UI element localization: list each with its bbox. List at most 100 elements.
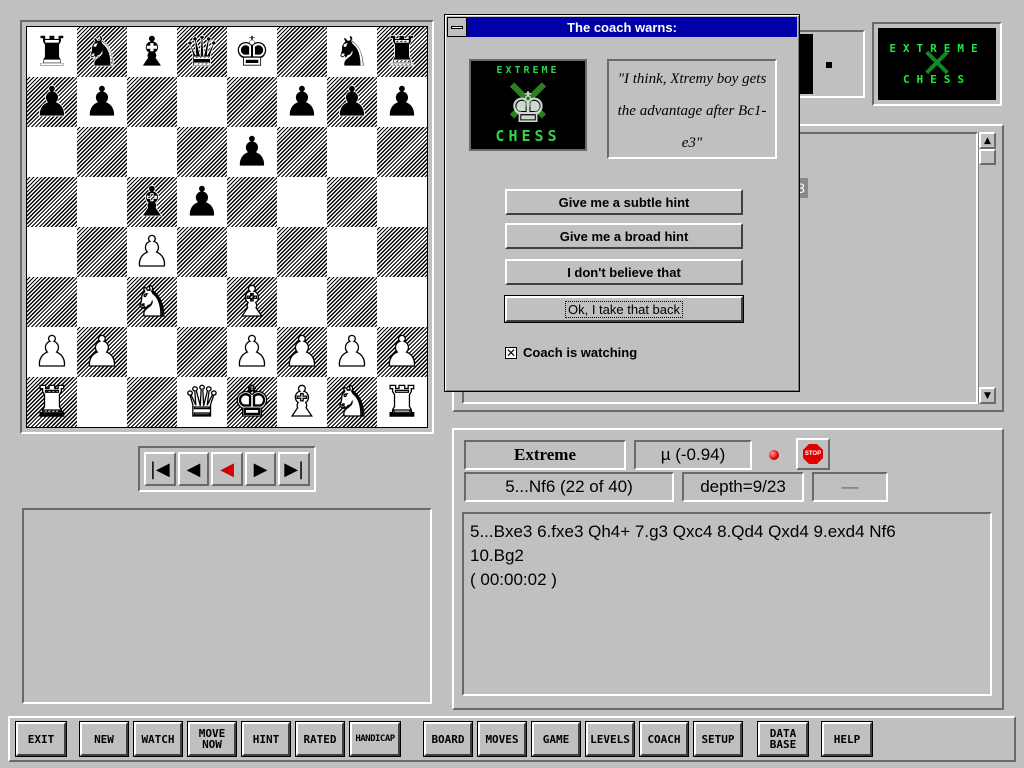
square-c7[interactable]	[127, 77, 177, 127]
square-b7[interactable]: ♟	[77, 77, 127, 127]
square-g2[interactable]: ♟	[327, 327, 377, 377]
black-bishop-icon[interactable]: ♝	[133, 30, 171, 73]
last-move-button[interactable]: ▶|	[278, 452, 310, 486]
black-pawn-icon[interactable]: ♟	[183, 180, 221, 223]
square-h8[interactable]: ♜	[377, 27, 427, 77]
square-e1[interactable]: ♚	[227, 377, 277, 427]
handicap-button[interactable]: HANDICAP	[349, 721, 401, 757]
square-f8[interactable]	[277, 27, 327, 77]
white-king-icon[interactable]: ♚	[233, 380, 272, 423]
square-f7[interactable]: ♟	[277, 77, 327, 127]
disbelieve-button[interactable]: I don't believe that	[505, 259, 743, 285]
square-d6[interactable]	[177, 127, 227, 177]
square-g3[interactable]	[327, 277, 377, 327]
square-b8[interactable]: ♞	[77, 27, 127, 77]
square-e3[interactable]: ♝	[227, 277, 277, 327]
black-bishop-icon[interactable]: ♝	[133, 180, 171, 223]
rated-button[interactable]: RATED	[295, 721, 345, 757]
square-g7[interactable]: ♟	[327, 77, 377, 127]
black-pawn-icon[interactable]: ♟	[83, 80, 121, 123]
square-a2[interactable]: ♟	[27, 327, 77, 377]
move-now-button[interactable]: MOVE NOW	[187, 721, 237, 757]
checkbox-icon[interactable]: ✕	[505, 346, 517, 359]
square-b1[interactable]	[77, 377, 127, 427]
white-knight-icon[interactable]: ♞	[333, 380, 372, 423]
square-a5[interactable]	[27, 177, 77, 227]
coach-button[interactable]: COACH	[639, 721, 689, 757]
white-pawn-icon[interactable]: ♟	[333, 330, 372, 373]
square-e2[interactable]: ♟	[227, 327, 277, 377]
white-bishop-icon[interactable]: ♝	[233, 280, 272, 323]
exit-button[interactable]: EXIT	[15, 721, 67, 757]
white-queen-icon[interactable]: ♛	[183, 380, 222, 423]
replay-button[interactable]: ◀	[211, 452, 243, 486]
stop-button[interactable]: STOP	[796, 438, 830, 470]
square-d3[interactable]	[177, 277, 227, 327]
square-h5[interactable]	[377, 177, 427, 227]
next-move-button[interactable]: ▶	[244, 452, 277, 486]
white-pawn-icon[interactable]: ♟	[233, 330, 272, 373]
square-g8[interactable]: ♞	[327, 27, 377, 77]
square-f5[interactable]	[277, 177, 327, 227]
square-h1[interactable]: ♜	[377, 377, 427, 427]
square-a6[interactable]	[27, 127, 77, 177]
square-b4[interactable]	[77, 227, 127, 277]
scroll-thumb[interactable]	[979, 149, 996, 165]
broad-hint-button[interactable]: Give me a broad hint	[505, 223, 743, 249]
square-f6[interactable]	[277, 127, 327, 177]
black-pawn-icon[interactable]: ♟	[383, 80, 421, 123]
square-g4[interactable]	[327, 227, 377, 277]
database-button[interactable]: DATA BASE	[757, 721, 809, 757]
square-a8[interactable]: ♜	[27, 27, 77, 77]
square-d7[interactable]	[177, 77, 227, 127]
square-h4[interactable]	[377, 227, 427, 277]
black-rook-icon[interactable]: ♜	[33, 30, 71, 73]
square-a4[interactable]	[27, 227, 77, 277]
square-e6[interactable]: ♟	[227, 127, 277, 177]
scroll-up-button[interactable]: ▲	[979, 132, 996, 149]
square-d4[interactable]	[177, 227, 227, 277]
moves-button[interactable]: MOVES	[477, 721, 527, 757]
square-h3[interactable]	[377, 277, 427, 327]
black-pawn-icon[interactable]: ♟	[333, 80, 371, 123]
levels-button[interactable]: LEVELS	[585, 721, 635, 757]
square-c5[interactable]: ♝	[127, 177, 177, 227]
square-b2[interactable]: ♟	[77, 327, 127, 377]
help-button[interactable]: HELP	[821, 721, 873, 757]
system-menu-button[interactable]	[447, 17, 467, 37]
square-a7[interactable]: ♟	[27, 77, 77, 127]
square-g6[interactable]	[327, 127, 377, 177]
coach-watching-checkbox[interactable]: ✕ Coach is watching	[505, 345, 637, 360]
square-f4[interactable]	[277, 227, 327, 277]
square-f2[interactable]: ♟	[277, 327, 327, 377]
square-e7[interactable]	[227, 77, 277, 127]
square-e8[interactable]: ♚	[227, 27, 277, 77]
square-e4[interactable]	[227, 227, 277, 277]
square-a3[interactable]	[27, 277, 77, 327]
square-g1[interactable]: ♞	[327, 377, 377, 427]
square-b3[interactable]	[77, 277, 127, 327]
square-d5[interactable]: ♟	[177, 177, 227, 227]
hint-button[interactable]: HINT	[241, 721, 291, 757]
board-button[interactable]: BOARD	[423, 721, 473, 757]
chess-board[interactable]: ♜ ♞ ♝ ♛ ♚ ♞ ♜ ♟ ♟ ♟ ♟ ♟ ♟ ♝ ♟ ♟ ♞ ♝ ♟ ♟ ♟ ♟ ♟ ♟ ♜ ♛ ♚ ♝ ♞ ♜	[26, 26, 428, 428]
watch-button[interactable]: WATCH	[133, 721, 183, 757]
first-move-button[interactable]: |◀	[144, 452, 176, 486]
square-g5[interactable]	[327, 177, 377, 227]
black-pawn-icon[interactable]: ♟	[233, 130, 271, 173]
notation-scrollbar[interactable]: ▲ ▼	[978, 132, 996, 404]
square-d2[interactable]	[177, 327, 227, 377]
black-king-icon[interactable]: ♚	[233, 30, 271, 73]
square-f1[interactable]: ♝	[277, 377, 327, 427]
new-game-button[interactable]: NEW	[79, 721, 129, 757]
subtle-hint-button[interactable]: Give me a subtle hint	[505, 189, 743, 215]
white-pawn-icon[interactable]: ♟	[133, 230, 172, 273]
square-d1[interactable]: ♛	[177, 377, 227, 427]
square-f3[interactable]	[277, 277, 327, 327]
black-rook-icon[interactable]: ♜	[383, 30, 421, 73]
square-d8[interactable]: ♛	[177, 27, 227, 77]
black-queen-icon[interactable]: ♛	[183, 30, 221, 73]
square-a1[interactable]: ♜	[27, 377, 77, 427]
white-rook-icon[interactable]: ♜	[383, 380, 422, 423]
square-b5[interactable]	[77, 177, 127, 227]
